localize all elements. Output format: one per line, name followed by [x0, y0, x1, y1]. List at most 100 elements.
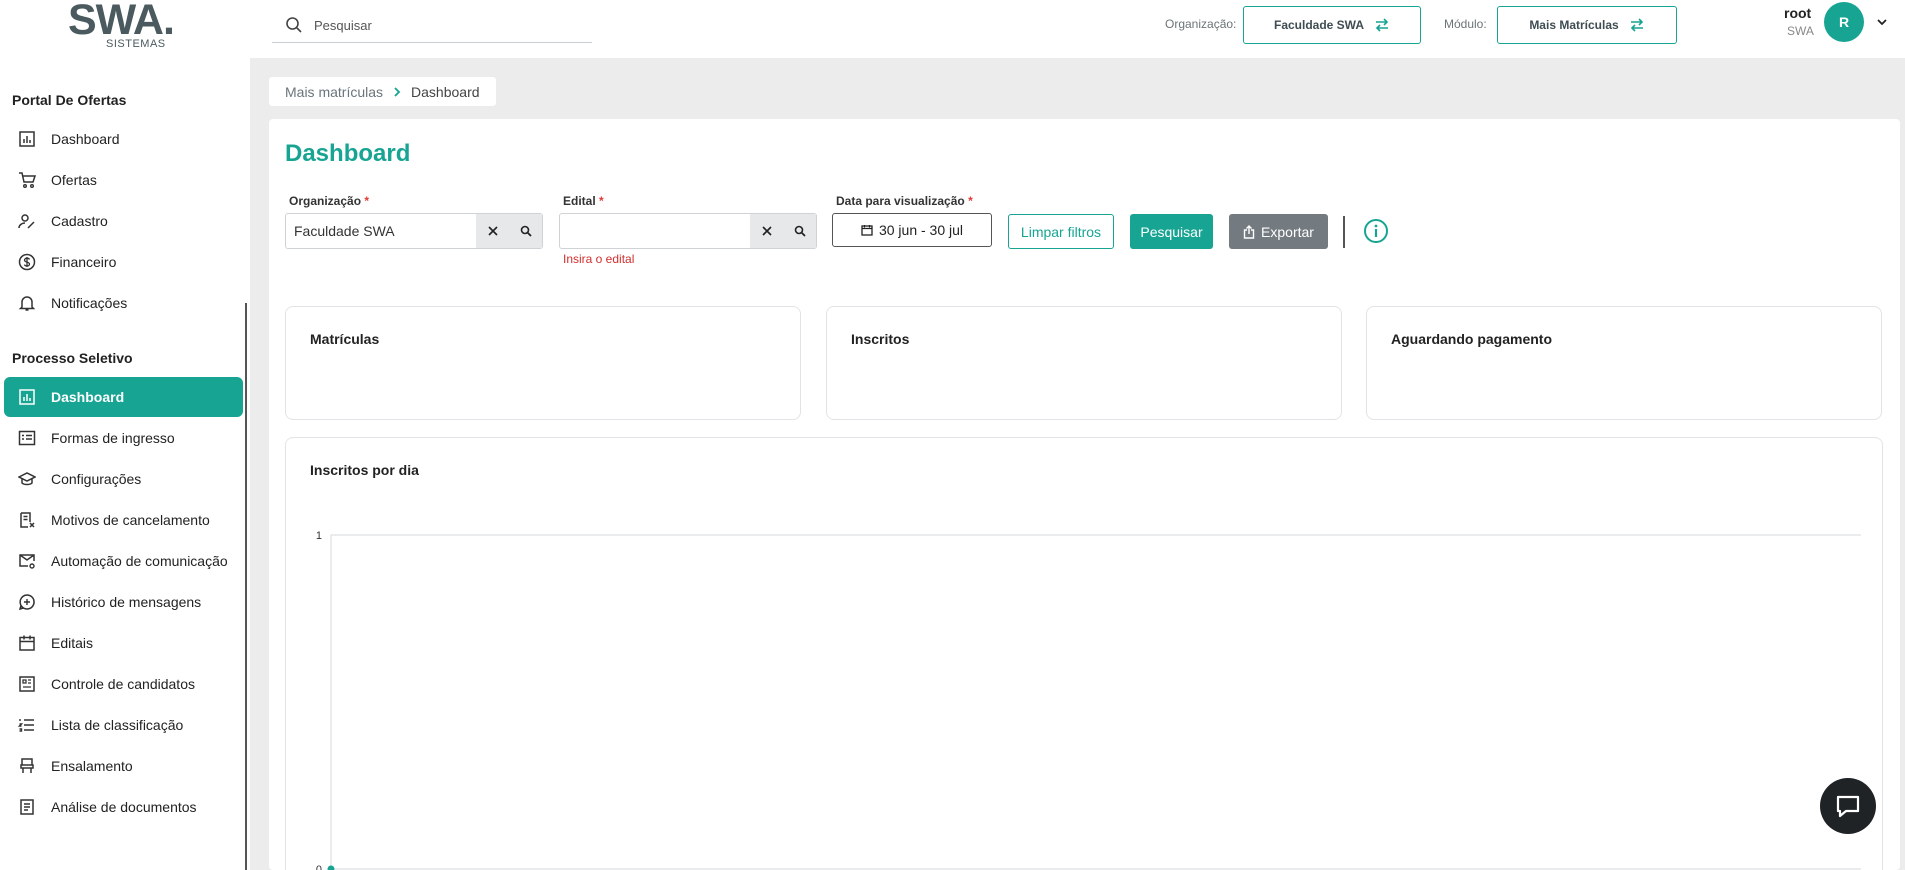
search-icon[interactable]: [783, 214, 816, 248]
swap-icon: [1375, 18, 1389, 32]
user-name: root: [1784, 5, 1812, 21]
data-point: [327, 865, 335, 870]
sidebar-item-dashboard-ofertas[interactable]: Dashboard: [4, 119, 243, 159]
sidebar-section-title: Portal De Ofertas: [12, 92, 127, 108]
breadcrumb: Mais matrículas Dashboard: [269, 77, 496, 106]
chevron-right-icon: [394, 86, 401, 97]
chart-canvas: 10: [316, 530, 1861, 870]
sidebar-item-financeiro[interactable]: Financeiro: [4, 242, 243, 282]
sidebar-item-editais[interactable]: Editais: [4, 623, 243, 663]
sidebar-item-ensalamento[interactable]: Ensalamento: [4, 746, 243, 786]
search-input[interactable]: [314, 14, 584, 36]
form-icon: [18, 430, 36, 446]
avatar[interactable]: R: [1824, 2, 1864, 42]
calendar-icon: [861, 225, 873, 236]
user-edit-icon: [18, 214, 35, 229]
search-button[interactable]: Pesquisar: [1130, 214, 1213, 249]
y-tick-label: 0: [316, 864, 322, 870]
dollar-icon: [18, 253, 36, 271]
sidebar-item-lista-de-classificacao[interactable]: Lista de classificação: [4, 705, 243, 745]
sidebar-item-label: Controle de candidatos: [51, 676, 195, 692]
sidebar-item-formas-de-ingresso[interactable]: Formas de ingresso: [4, 418, 243, 458]
sidebar-item-cadastro[interactable]: Cadastro: [4, 201, 243, 241]
candidates-icon: [19, 676, 35, 692]
clear-icon[interactable]: [750, 214, 783, 248]
sidebar-item-controle-de-candidatos[interactable]: Controle de candidatos: [4, 664, 243, 704]
user-organization: SWA: [1787, 24, 1814, 38]
organization-switch-button[interactable]: Faculdade SWA: [1243, 6, 1421, 44]
sidebar-item-motivos-de-cancelamento[interactable]: Motivos de cancelamento: [4, 500, 243, 540]
organization-filter-label: Organização *: [289, 194, 370, 208]
field-actions: [476, 214, 542, 248]
module-label: Módulo:: [1444, 17, 1487, 31]
sidebar-item-automacao-de-comunicacao[interactable]: Automação de comunicação: [4, 541, 243, 581]
sidebar-item-label: Motivos de cancelamento: [51, 512, 210, 528]
sidebar-section-title: Processo Seletivo: [12, 350, 133, 366]
organization-label: Organização:: [1165, 17, 1237, 31]
enrollments-card: Matrículas: [285, 306, 801, 420]
top-bar: SWA. SISTEMAS Organização: Faculdade SWA…: [0, 0, 1905, 58]
cart-icon: [19, 172, 36, 188]
chair-icon: [20, 758, 34, 773]
search-icon[interactable]: [509, 214, 542, 248]
search-icon: [286, 17, 302, 33]
ranked-list-icon: [18, 719, 34, 732]
sidebar-item-analise-de-documentos[interactable]: Análise de documentos: [4, 787, 243, 827]
info-icon[interactable]: [1363, 218, 1389, 244]
export-button[interactable]: Exportar: [1229, 214, 1328, 249]
edital-filter-label: Edital *: [563, 194, 604, 208]
clear-icon[interactable]: [476, 214, 509, 248]
page-title: Dashboard: [285, 140, 411, 167]
chart-icon: [19, 131, 35, 147]
chat-icon: [1836, 795, 1860, 818]
sidebar-item-label: Ofertas: [51, 172, 97, 188]
clear-filters-button[interactable]: Limpar filtros: [1008, 214, 1114, 249]
sidebar-item-label: Configurações: [51, 471, 142, 487]
card-title: Aguardando pagamento: [1391, 331, 1553, 347]
sidebar-item-label: Financeiro: [51, 254, 117, 270]
divider: [1343, 216, 1345, 248]
mail-settings-icon: [19, 554, 35, 569]
sidebar-item-ofertas[interactable]: Ofertas: [4, 160, 243, 200]
sidebar-item-label: Lista de classificação: [51, 717, 184, 733]
sidebar-item-label: Análise de documentos: [51, 799, 197, 815]
field-actions: [750, 214, 816, 248]
y-tick-label: 1: [316, 530, 322, 542]
registrations-per-day-chart: Inscritos por dia 10: [285, 437, 1883, 870]
bell-icon: [18, 296, 36, 311]
export-button-label: Exportar: [1261, 223, 1314, 240]
sidebar-item-label: Dashboard: [51, 389, 125, 405]
sidebar-scrollbar[interactable]: [245, 303, 247, 870]
module-switch-button[interactable]: Mais Matrículas: [1497, 6, 1677, 44]
global-search: [272, 8, 592, 43]
edital-error-message: Insira o edital: [563, 252, 635, 266]
calendar-icon: [19, 635, 35, 651]
organization-filter-field[interactable]: Faculdade SWA: [285, 213, 543, 249]
edital-filter-field[interactable]: [559, 213, 817, 249]
breadcrumb-current: Dashboard: [411, 83, 480, 100]
document-icon: [20, 799, 34, 815]
breadcrumb-parent-link[interactable]: Mais matrículas: [285, 84, 383, 100]
date-range-picker[interactable]: 30 jun - 30 jul: [832, 213, 992, 247]
sidebar-item-label: Histórico de mensagens: [51, 594, 202, 610]
sidebar-item-label: Dashboard: [51, 131, 120, 147]
sidebar-item-label: Cadastro: [51, 213, 108, 229]
sidebar-item-configuracoes[interactable]: Configurações: [4, 459, 243, 499]
chevron-down-icon[interactable]: [1875, 15, 1889, 29]
export-icon: [1243, 224, 1255, 239]
registrations-card: Inscritos: [826, 306, 1342, 420]
chart-icon: [19, 389, 35, 405]
message-history-icon: [18, 594, 35, 611]
sidebar-item-historico-de-mensagens[interactable]: Histórico de mensagens: [4, 582, 243, 622]
company-logo[interactable]: SWA. SISTEMAS: [68, 0, 180, 52]
awaiting-payment-card: Aguardando pagamento: [1366, 306, 1882, 420]
sidebar-item-dashboard-processo[interactable]: Dashboard: [4, 377, 243, 417]
chat-support-button[interactable]: [1820, 778, 1876, 834]
date-filter-label: Data para visualização *: [836, 194, 973, 208]
sidebar: Portal De Ofertas Dashboard Ofertas Cada…: [0, 58, 250, 870]
cancel-list-icon: [20, 512, 35, 528]
organization-filter-value: Faculdade SWA: [294, 223, 395, 239]
sidebar-item-notificacoes[interactable]: Notificações: [4, 283, 243, 323]
sidebar-item-label: Editais: [51, 635, 94, 651]
card-title: Matrículas: [310, 331, 380, 347]
